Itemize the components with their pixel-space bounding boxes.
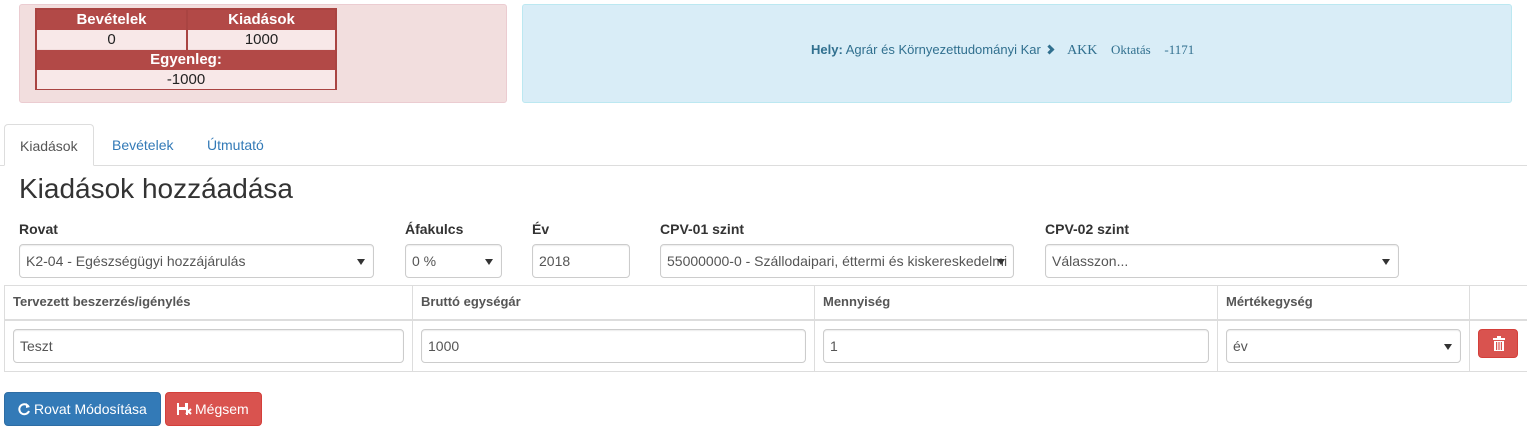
afa-select[interactable]: 0 % [405,244,502,278]
chevron-right-icon [1044,44,1055,55]
expense-header: Kiadások [188,10,335,30]
header-unit-price: Bruttó egységár [421,294,521,309]
delete-row-button[interactable] [1478,329,1518,358]
item-input-value: Teszt [20,338,53,354]
rovat-label: Rovat [19,221,58,237]
modify-rovat-label: Rovat Módosítása [34,401,147,417]
measure-select[interactable]: év [1226,329,1461,363]
tab-kiadasok[interactable]: Kiadások [4,124,94,166]
location-panel: Hely: Agrár és Környezettudományi Kar AK… [522,4,1512,103]
rovat-select-value: K2-04 - Egészségügyi hozzájárulás [26,253,246,269]
afa-label: Áfakulcs [405,221,464,237]
cpv01-select-value: 55000000-0 - Szállodaipari, éttermi és k… [667,253,1008,269]
tab-bevetelek[interactable]: Bevételek [97,124,188,166]
cpv02-select-value: Válasszon... [1052,253,1129,269]
cpv01-select[interactable]: 55000000-0 - Szállodaipari, éttermi és k… [660,244,1014,278]
expense-value: 1000 [188,30,335,49]
location-code: -1171 [1164,42,1195,57]
location-faculty: Agrár és Környezettudományi Kar [845,42,1041,57]
trash-icon [1493,336,1505,351]
balance-value: -1000 [37,70,335,89]
table-col-divider [1469,285,1470,372]
cancel-button[interactable]: Mégsem [165,392,262,426]
location-breadcrumb: Hely: Agrár és Környezettudományi Kar AK… [811,42,1194,59]
ev-input[interactable]: 2018 [532,244,630,278]
page-title: Kiadások hozzáadása [19,173,293,204]
caret-down-icon [1382,259,1390,265]
cpv02-label: CPV-02 szint [1045,221,1130,237]
rovat-select[interactable]: K2-04 - Egészségügyi hozzájárulás [19,244,374,278]
caret-down-icon [1444,344,1452,350]
unit-price-input-value: 1000 [428,338,460,354]
summary-table: Bevételek Kiadások 0 1000 Egyenleg: -100… [35,8,337,90]
summary-divider [186,10,188,50]
quantity-input[interactable]: 1 [823,329,1209,363]
unit-price-input[interactable]: 1000 [421,329,806,363]
quantity-input-value: 1 [830,338,838,354]
caret-down-icon [485,259,493,265]
cpv01-label: CPV-01 szint [660,221,745,237]
ev-input-value: 2018 [539,253,571,269]
caret-down-icon [997,259,1005,265]
ev-label: Év [532,221,550,237]
cpv02-select[interactable]: Válasszon... [1045,244,1399,278]
modify-rovat-button[interactable]: Rovat Módosítása [4,392,161,426]
income-value: 0 [37,30,186,49]
location-category: Oktatás [1111,42,1151,57]
tab-utmutato[interactable]: Útmutató [192,124,279,166]
header-measure: Mértékegység [1226,294,1313,309]
measure-select-value: év [1233,338,1248,354]
location-unit: AKK [1067,43,1098,58]
income-header: Bevételek [37,10,186,30]
item-input[interactable]: Teszt [13,329,404,363]
cancel-save-icon [177,403,192,415]
caret-down-icon [357,259,365,265]
header-quantity: Mennyiség [823,294,891,309]
refresh-icon [18,403,30,416]
location-label: Hely: [811,42,843,57]
table-border-bottom [4,371,1527,372]
header-item: Tervezett beszerzés/igénylés [13,294,191,309]
balance-header: Egyenleg: [37,50,335,70]
cancel-label: Mégsem [195,401,249,417]
afa-select-value: 0 % [412,253,437,269]
